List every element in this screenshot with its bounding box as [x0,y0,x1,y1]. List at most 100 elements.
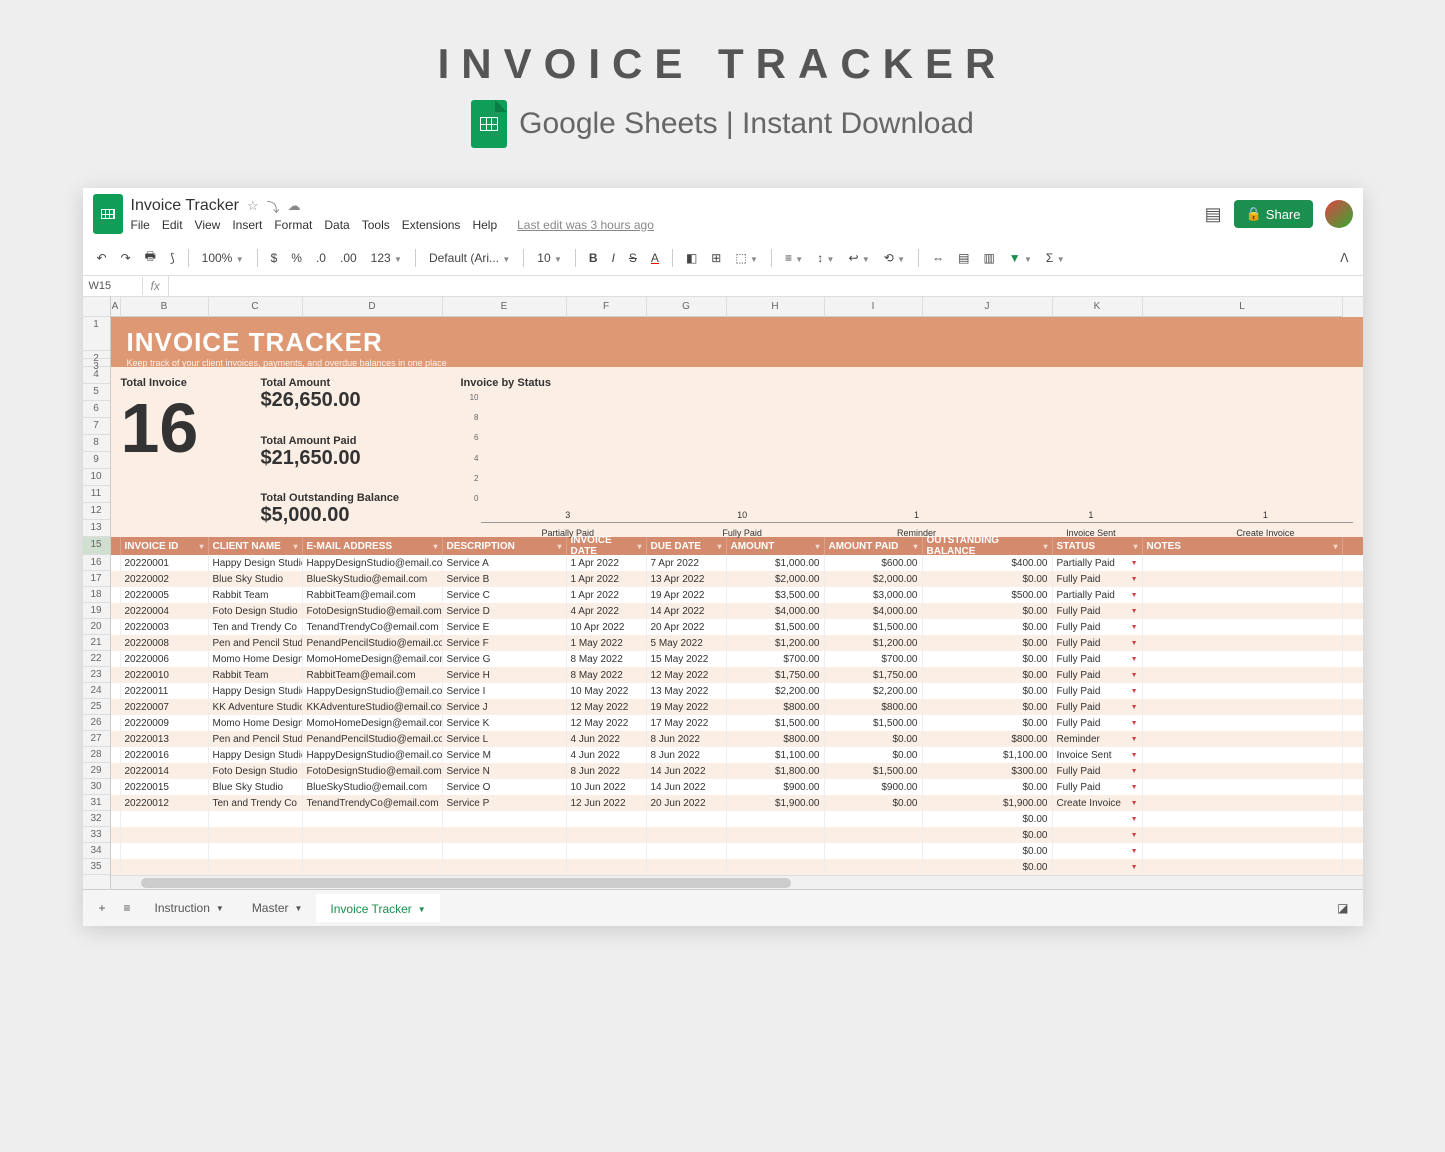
format-percent[interactable]: % [287,248,306,268]
h-align-icon[interactable]: ≡ ▼ [781,248,807,268]
cell-email[interactable]: KKAdventureStudio@email.com [303,699,443,715]
cell-inv[interactable]: 12 May 2022 [567,699,647,715]
col-H[interactable]: H [727,297,825,317]
cell-out[interactable]: $0.00 [923,683,1053,699]
functions-icon[interactable]: Σ ▼ [1042,248,1069,268]
cell-desc[interactable]: Service M [443,747,567,763]
cell-email[interactable]: TenandTrendyCo@email.com [303,619,443,635]
cell-status[interactable]: Fully Paid▼ [1053,651,1143,667]
cell-out[interactable]: $0.00 [923,635,1053,651]
cell-due[interactable]: 8 Jun 2022 [647,747,727,763]
row-23[interactable]: 23 [83,667,110,683]
row-33[interactable]: 33 [83,827,110,843]
cell-out[interactable]: $0.00 [923,699,1053,715]
row-20[interactable]: 20 [83,619,110,635]
comments-icon[interactable]: ▤ [1205,204,1222,225]
cell-status[interactable]: Fully Paid▼ [1053,683,1143,699]
cell-status[interactable]: Create Invoice▼ [1053,795,1143,811]
cell-paid[interactable]: $4,000.00 [825,603,923,619]
font-size[interactable]: 10 ▼ [533,248,566,268]
doc-title[interactable]: Invoice Tracker [131,197,239,215]
cell-out[interactable]: $0.00 [923,651,1053,667]
borders-icon[interactable]: ⊞ [707,248,725,268]
cell-amt[interactable]: $1,500.00 [727,619,825,635]
paint-format-icon[interactable]: ⟆ [166,248,179,268]
row-32[interactable]: 32 [83,811,110,827]
cell-id[interactable]: 20220015 [121,779,209,795]
cell-email[interactable]: FotoDesignStudio@email.com [303,763,443,779]
cell-inv[interactable]: 1 Apr 2022 [567,571,647,587]
cell-out[interactable]: $800.00 [923,731,1053,747]
chart-icon[interactable]: ▥ [979,248,998,268]
cell-email[interactable]: BlueSkyStudio@email.com [303,571,443,587]
cell-due[interactable]: 5 May 2022 [647,635,727,651]
fill-color-icon[interactable]: ◧ [682,248,701,268]
cell-paid[interactable]: $900.00 [825,779,923,795]
formula-input[interactable] [169,283,1363,289]
cell-paid[interactable]: $0.00 [825,747,923,763]
increase-decimal[interactable]: .00 [336,248,361,268]
cell-inv[interactable]: 10 Jun 2022 [567,779,647,795]
cell-amt[interactable]: $1,900.00 [727,795,825,811]
cell-due[interactable]: 14 Jun 2022 [647,779,727,795]
cell-paid[interactable]: $700.00 [825,651,923,667]
cell-client[interactable]: Pen and Pencil Studio [209,635,303,651]
cell-client[interactable]: Happy Design Studio [209,747,303,763]
cell-client[interactable]: Pen and Pencil Studio [209,731,303,747]
table-row[interactable]: 20220012Ten and Trendy CoTenandTrendyCo@… [111,795,1363,811]
cell-inv[interactable]: 8 May 2022 [567,651,647,667]
table-row-empty[interactable]: $0.00▼ [111,859,1363,875]
row-10[interactable]: 10 [83,469,110,486]
menu-tools[interactable]: Tools [362,218,390,232]
cell-amt[interactable]: $3,500.00 [727,587,825,603]
cell-amt[interactable]: $900.00 [727,779,825,795]
cell-status[interactable]: Invoice Sent▼ [1053,747,1143,763]
cell-inv[interactable]: 12 Jun 2022 [567,795,647,811]
col-A[interactable]: A [111,297,121,317]
cell-status[interactable]: Reminder▼ [1053,731,1143,747]
cell-email[interactable]: HappyDesignStudio@email.com [303,747,443,763]
row-28[interactable]: 28 [83,747,110,763]
header-amount[interactable]: AMOUNT▾ [727,537,825,555]
undo-icon[interactable]: ↶ [93,248,111,268]
cell-due[interactable]: 7 Apr 2022 [647,555,727,571]
cell-id[interactable]: 20220003 [121,619,209,635]
format-currency[interactable]: $ [267,248,282,268]
cell-status[interactable]: Partially Paid▼ [1053,587,1143,603]
more-formats[interactable]: 123 ▼ [367,248,406,268]
cell-paid[interactable]: $1,200.00 [825,635,923,651]
cell-desc[interactable]: Service F [443,635,567,651]
cell-inv[interactable]: 4 Jun 2022 [567,747,647,763]
cell-id[interactable]: 20220001 [121,555,209,571]
cell-paid[interactable]: $0.00 [825,731,923,747]
all-sheets-icon[interactable]: ≡ [118,897,137,919]
cell-status[interactable]: Fully Paid▼ [1053,699,1143,715]
cell-inv[interactable]: 8 May 2022 [567,667,647,683]
menu-extensions[interactable]: Extensions [402,218,461,232]
row-18[interactable]: 18 [83,587,110,603]
cell-amt[interactable]: $1,750.00 [727,667,825,683]
row-13[interactable]: 13 [83,520,110,537]
col-L[interactable]: L [1143,297,1343,317]
menu-insert[interactable]: Insert [232,218,262,232]
cell-email[interactable]: HappyDesignStudio@email.com [303,555,443,571]
row-31[interactable]: 31 [83,795,110,811]
table-row-empty[interactable]: $0.00▼ [111,811,1363,827]
decrease-decimal[interactable]: .0 [312,248,330,268]
menu-view[interactable]: View [195,218,221,232]
cell-inv[interactable]: 4 Jun 2022 [567,731,647,747]
cell-id[interactable]: 20220010 [121,667,209,683]
italic-icon[interactable]: I [608,248,619,268]
cell-desc[interactable]: Service D [443,603,567,619]
cell-id[interactable]: 20220009 [121,715,209,731]
cell-paid[interactable]: $2,200.00 [825,683,923,699]
cell-email[interactable]: PenandPencilStudio@email.com [303,731,443,747]
cell-id[interactable]: 20220016 [121,747,209,763]
cell-client[interactable]: Ten and Trendy Co [209,619,303,635]
cell-status[interactable]: Fully Paid▼ [1053,667,1143,683]
table-row[interactable]: 20220002Blue Sky StudioBlueSkyStudio@ema… [111,571,1363,587]
table-row[interactable]: 20220008Pen and Pencil StudioPenandPenci… [111,635,1363,651]
cell-paid[interactable]: $3,000.00 [825,587,923,603]
cell-due[interactable]: 12 May 2022 [647,667,727,683]
col-B[interactable]: B [121,297,209,317]
